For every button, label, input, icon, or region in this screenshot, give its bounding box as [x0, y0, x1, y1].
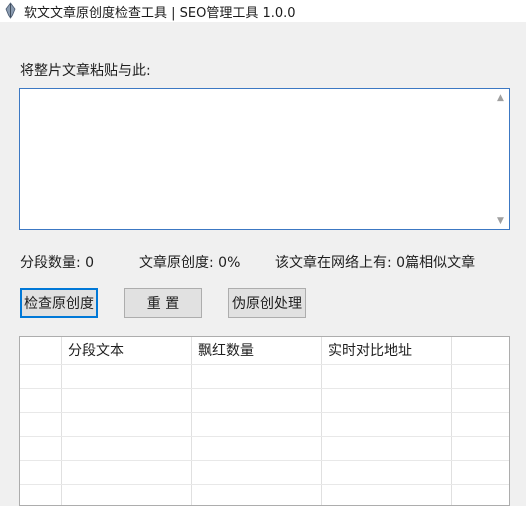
pseudo-original-button[interactable]: 伪原创处理: [228, 288, 306, 318]
table-header-segment-text[interactable]: 分段文本: [62, 337, 192, 365]
originality-label: 文章原创度: 0%: [139, 255, 241, 271]
check-originality-button[interactable]: 检查原创度: [20, 288, 98, 318]
table-row: [20, 437, 509, 461]
table-row: [20, 461, 509, 485]
table-header-index[interactable]: [20, 337, 62, 365]
feather-pen-icon: [5, 2, 16, 19]
article-textarea[interactable]: ▲ ▼: [19, 88, 510, 230]
window-title: 软文文章原创度检查工具 | SEO管理工具 1.0.0: [24, 6, 296, 21]
segment-count-label: 分段数量: 0: [20, 255, 95, 271]
paste-article-label: 将整片文章粘贴与此:: [20, 63, 151, 79]
table-row: [20, 389, 509, 413]
table-row: [20, 413, 509, 437]
table-header-red-count[interactable]: 飘红数量: [192, 337, 322, 365]
scroll-down-icon[interactable]: ▼: [492, 212, 509, 229]
table-row: [20, 365, 509, 389]
table-header-compare-url[interactable]: 实时对比地址: [322, 337, 452, 365]
similar-articles-label: 该文章在网络上有: 0篇相似文章: [275, 255, 476, 271]
reset-button[interactable]: 重 置: [124, 288, 202, 318]
table-row: [20, 485, 509, 505]
scroll-up-icon[interactable]: ▲: [492, 89, 509, 106]
results-table[interactable]: 分段文本 飘红数量 实时对比地址: [19, 336, 510, 506]
title-bar: 软文文章原创度检查工具 | SEO管理工具 1.0.0: [0, 0, 526, 22]
textarea-scrollbar[interactable]: ▲ ▼: [492, 89, 509, 229]
